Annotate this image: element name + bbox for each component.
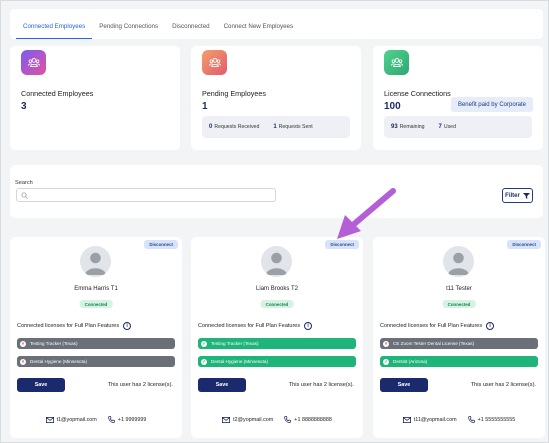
- license-summary: 93 Remaining 7 Used: [384, 116, 532, 138]
- info-icon[interactable]: i: [304, 322, 313, 330]
- search-panel: Search Filter: [10, 165, 543, 218]
- save-button[interactable]: Save: [17, 378, 65, 392]
- phone-icon: [467, 416, 475, 423]
- contact-row: t11@yopmail.com +1 5555555555: [373, 416, 545, 423]
- license-toggle[interactable]: ✓ Testing Tracker (Texas): [198, 338, 356, 349]
- license-toggle[interactable]: × Dental Hygiene (Minnesota): [17, 356, 175, 367]
- status-badge: Connected: [79, 300, 113, 308]
- license-count-text: This user has 2 license(s).: [107, 382, 173, 388]
- funnel-icon: [522, 192, 530, 199]
- phone[interactable]: +1 8888888888: [284, 416, 332, 423]
- license-toggle[interactable]: × Testing Tracker (Texas): [17, 338, 175, 349]
- check-circle-icon: ✓: [201, 340, 207, 347]
- save-button[interactable]: Save: [198, 378, 246, 392]
- pending-employees-title: Pending Employees: [202, 89, 266, 98]
- phone-icon: [284, 416, 292, 423]
- status-badge: Connected: [442, 300, 476, 308]
- mail-icon: [222, 416, 231, 423]
- email[interactable]: t11@yopmail.com: [402, 416, 457, 423]
- employee-name: Emma Harris T1: [74, 286, 118, 292]
- tab-connected-employees[interactable]: Connected Employees: [16, 23, 93, 39]
- info-icon[interactable]: i: [123, 322, 132, 330]
- connected-employees-title: Connected Employees: [21, 89, 94, 98]
- check-circle-icon: ✓: [383, 358, 389, 365]
- disconnect-button[interactable]: Disconnect: [507, 240, 541, 249]
- contact-row: t2@yopmail.com +1 8888888888: [191, 416, 363, 423]
- licenses-used: 7 Used: [438, 124, 456, 130]
- license-toggle[interactable]: ✓ Dental Hygiene (Minnesota): [198, 356, 356, 367]
- people-icon: [21, 50, 46, 75]
- license-toggle[interactable]: ✓ Dentist (Arizona): [380, 356, 538, 367]
- licenses-title: Connected licenses for Full Plan Feature…: [198, 322, 313, 330]
- info-icon[interactable]: i: [486, 322, 495, 330]
- employee-card: Disconnect t11 Tester Connected Connecte…: [373, 237, 545, 438]
- tab-bar: Connected Employees Pending Connections …: [10, 9, 543, 39]
- filter-label: Filter: [505, 192, 520, 199]
- phone-icon: [107, 416, 115, 423]
- mail-icon: [402, 416, 411, 423]
- licenses-title: Connected licenses for Full Plan Feature…: [17, 322, 132, 330]
- employee-card: Disconnect Emma Harris T1 Connected Conn…: [10, 237, 182, 438]
- license-connections-card: License Connections 100 Benefit paid by …: [373, 46, 543, 150]
- contact-row: t1@yopmail.com +1 9999999: [10, 416, 182, 423]
- pending-employees-count: 1: [202, 101, 208, 112]
- disconnect-button[interactable]: Disconnect: [325, 240, 359, 249]
- tab-pending-connections[interactable]: Pending Connections: [92, 23, 165, 39]
- search-input[interactable]: [33, 190, 271, 200]
- status-badge: Connected: [260, 300, 294, 308]
- license-count-text: This user has 2 license(s).: [288, 382, 354, 388]
- phone[interactable]: +1 5555555555: [467, 416, 515, 423]
- filter-button[interactable]: Filter: [502, 188, 533, 203]
- licenses-remaining: 93 Remaining: [391, 124, 425, 130]
- employee-name: Liam Brooks T2: [256, 286, 298, 292]
- x-circle-icon: ×: [20, 358, 26, 365]
- requests-received: 0 Requests Received: [209, 124, 260, 130]
- app-frame: Connected Employees Pending Connections …: [0, 0, 549, 443]
- disconnect-button[interactable]: Disconnect: [144, 240, 178, 249]
- people-icon: [202, 50, 227, 75]
- search-box: [16, 188, 276, 202]
- email[interactable]: t1@yopmail.com: [45, 416, 97, 423]
- license-count-text: This user has 2 license(s).: [470, 382, 536, 388]
- avatar: [261, 246, 292, 277]
- tab-disconnected[interactable]: Disconnected: [165, 23, 217, 39]
- requests-sent: 1 Requests Sent: [273, 124, 313, 130]
- corporate-benefit-badge: Benefit paid by Corporate: [450, 97, 533, 112]
- annotation-arrow-icon: [337, 188, 396, 239]
- license-connections-count: 100: [384, 101, 401, 112]
- mail-icon: [45, 416, 54, 423]
- x-circle-icon: ×: [20, 340, 26, 347]
- search-icon: [21, 192, 28, 199]
- check-circle-icon: ✓: [201, 358, 207, 365]
- requests-summary: 0 Requests Received 1 Requests Sent: [202, 116, 350, 138]
- people-icon: [384, 50, 409, 75]
- license-connections-title: License Connections: [384, 89, 451, 98]
- search-label: Search: [15, 180, 33, 186]
- phone[interactable]: +1 9999999: [107, 416, 146, 423]
- employee-card: Disconnect Liam Brooks T2 Connected Conn…: [191, 237, 363, 438]
- x-circle-icon: ×: [383, 340, 389, 347]
- connected-employees-card: Connected Employees 3: [10, 46, 180, 150]
- avatar: [80, 246, 111, 277]
- avatar: [443, 246, 474, 277]
- tab-connect-new-employees[interactable]: Connect New Employees: [217, 23, 300, 39]
- employee-name: t11 Tester: [446, 286, 472, 292]
- email[interactable]: t2@yopmail.com: [222, 416, 273, 423]
- save-button[interactable]: Save: [380, 378, 428, 392]
- license-toggle[interactable]: × CE Zoom Tester Dental License (Texas): [380, 338, 538, 349]
- pending-employees-card: Pending Employees 1 0 Requests Received 1…: [191, 46, 361, 150]
- licenses-title: Connected licenses for Full Plan Feature…: [380, 322, 495, 330]
- connected-employees-count: 3: [21, 101, 27, 112]
